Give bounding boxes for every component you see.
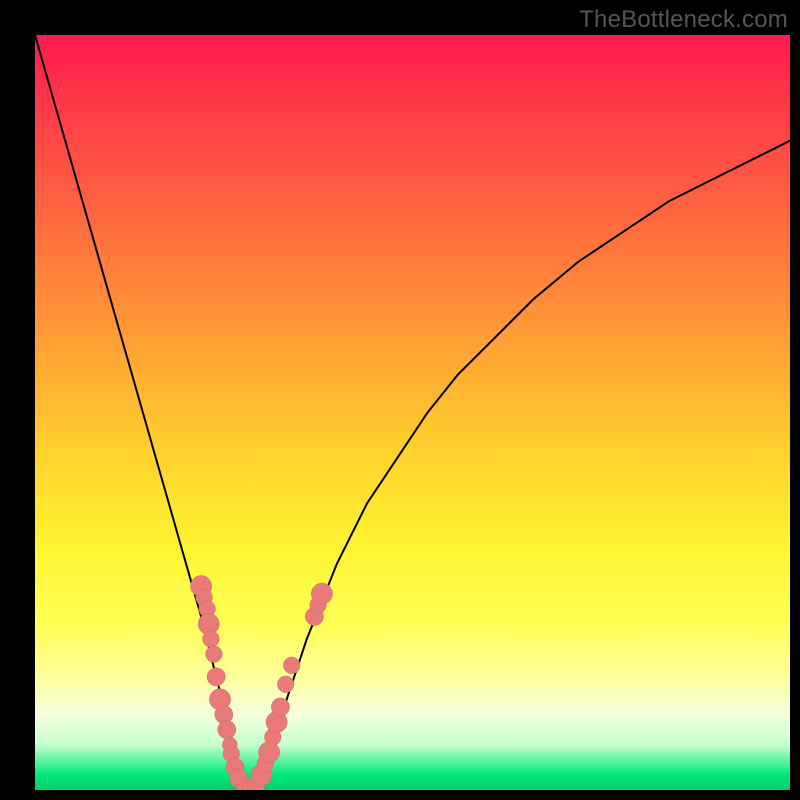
data-marker: [277, 676, 294, 693]
data-marker: [206, 646, 223, 663]
data-marker: [203, 631, 220, 648]
watermark-text: TheBottleneck.com: [579, 6, 788, 34]
bottleneck-curve: [35, 35, 790, 790]
curve-path: [35, 35, 790, 790]
chart-overlay: [35, 35, 790, 790]
plot-area: [35, 35, 790, 790]
data-marker: [207, 668, 225, 686]
chart-frame: TheBottleneck.com: [0, 0, 800, 800]
data-marker: [259, 742, 280, 763]
data-marker: [271, 698, 289, 716]
data-marker: [283, 657, 300, 674]
data-markers: [191, 576, 333, 791]
data-marker: [311, 583, 332, 604]
data-marker: [218, 721, 236, 739]
